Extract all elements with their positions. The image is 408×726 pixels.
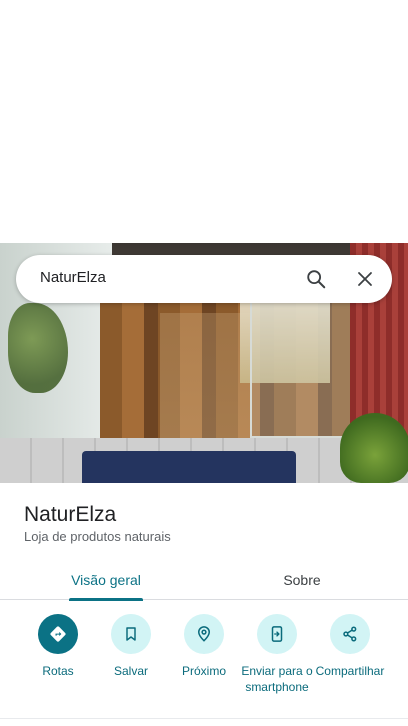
tab-selected-indicator (69, 598, 143, 601)
place-name: NaturElza (24, 503, 117, 526)
close-icon (358, 272, 372, 286)
nearby-icon (197, 626, 211, 642)
action-bar: Rotas Salvar Próximo Enviar para o smart… (0, 614, 408, 714)
search-bar[interactable]: NaturElza (16, 255, 392, 303)
map-area[interactable] (0, 0, 408, 243)
tab-overview[interactable]: Visão geral (36, 560, 176, 601)
photo-doormat (82, 451, 296, 483)
nearby-label: Próximo (181, 664, 226, 678)
divider (0, 718, 408, 719)
tab-bar: Visão geral Sobre (0, 560, 408, 601)
tab-about[interactable]: Sobre (232, 560, 372, 600)
directions-label: Rotas (42, 664, 74, 678)
tab-about-label: Sobre (283, 572, 321, 588)
share-icon (343, 626, 357, 642)
place-category[interactable]: Loja de produtos naturais (24, 529, 171, 544)
directions-button[interactable]: Rotas (18, 614, 98, 679)
photo-floor-reflection (160, 313, 250, 453)
close-button[interactable] (351, 265, 379, 293)
share-button[interactable]: Compartilhar (310, 614, 390, 679)
directions-circle (38, 614, 78, 654)
search-query[interactable]: NaturElza (40, 269, 106, 286)
share-circle (330, 614, 370, 654)
photo-glass-door (250, 298, 360, 438)
tab-overview-label: Visão geral (71, 572, 141, 588)
send-to-phone-button[interactable]: Enviar para o smartphone (237, 614, 317, 695)
save-label: Salvar (113, 664, 148, 678)
search-button[interactable] (302, 265, 330, 293)
bookmark-icon (126, 627, 136, 641)
directions-icon (50, 626, 66, 642)
photo-plant-right (340, 413, 408, 483)
send-to-phone-circle (257, 614, 297, 654)
nearby-button[interactable]: Próximo (164, 614, 244, 679)
send-to-phone-icon (271, 626, 283, 642)
send-to-phone-label: Enviar para o smartphone (241, 664, 313, 694)
nearby-circle (184, 614, 224, 654)
save-button[interactable]: Salvar (91, 614, 171, 679)
save-circle (111, 614, 151, 654)
search-icon (307, 270, 326, 289)
share-label: Compartilhar (315, 664, 385, 678)
